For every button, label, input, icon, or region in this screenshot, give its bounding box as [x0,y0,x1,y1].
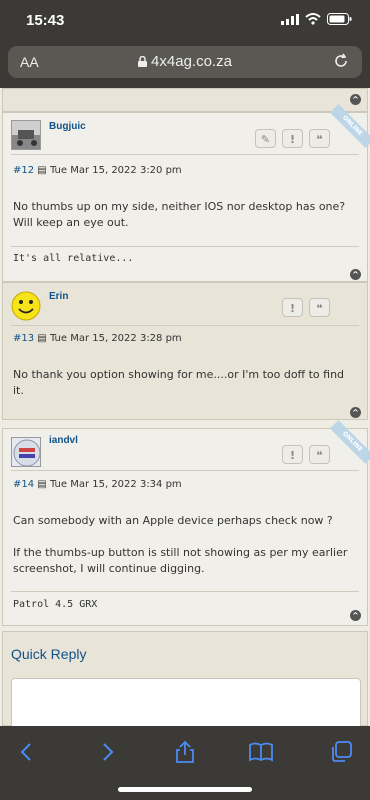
cellular-signal-icon [281,13,299,25]
post-body-line-1: Can somebody with an Apple device perhap… [13,514,333,527]
post-14: iandvl ONLINE ! ❝ #14 ▤ Tue Mar 15, 2022… [2,420,370,626]
avatar[interactable] [11,120,41,150]
post-signature: It's all relative... [13,253,134,264]
status-indicators [281,13,352,25]
post-body: No thank you option showing for me....or… [13,368,345,397]
previous-post-bottom: ^ [2,88,368,112]
back-to-top-icon[interactable]: ^ [350,94,361,105]
post-12: Bugjuic ONLINE ✎ ! ❝ #12 ▤ Tue Mar 15, 2… [2,104,370,282]
browser-toolbar [0,726,370,800]
post-signature: Patrol 4.5 GRX [13,599,98,610]
post-number-link[interactable]: #14 [13,479,34,490]
quote-button[interactable]: ❝ [309,445,330,464]
back-to-top-icon[interactable]: ^ [350,610,361,621]
back-to-top-icon[interactable]: ^ [350,269,361,280]
online-badge: ONLINE [330,420,370,464]
post-meta: #12 ▤ Tue Mar 15, 2022 3:20 pm [13,165,182,176]
post-author[interactable]: iandvl [49,435,78,446]
post-author[interactable]: Erin [49,291,68,302]
post-number-link[interactable]: #13 [13,333,34,344]
quick-reply-title: Quick Reply [11,646,87,662]
post-meta: #14 ▤ Tue Mar 15, 2022 3:34 pm [13,479,182,490]
reload-icon[interactable] [332,52,350,70]
post-date: Tue Mar 15, 2022 3:34 pm [49,479,182,490]
battery-icon [327,13,352,25]
post-icon: ▤ [37,479,47,490]
forum-page: ^ Bugjuic ONLINE ✎ ! ❝ #12 ▤ Tue Mar 15,… [0,88,370,726]
quick-reply-panel: Quick Reply [2,631,368,726]
share-icon[interactable] [172,740,198,764]
signature-divider [11,246,359,247]
status-bar: 15:43 [0,0,370,40]
forward-icon[interactable] [94,740,120,764]
wifi-icon [305,13,321,25]
tabs-icon[interactable] [328,740,354,764]
avatar[interactable] [11,291,41,321]
divider [11,470,359,471]
lock-icon [138,55,148,67]
address-bar[interactable]: AA 4x4ag.co.za [8,46,362,78]
quick-reply-textarea[interactable] [11,678,361,726]
post-number-link[interactable]: #12 [13,165,34,176]
post-icon: ▤ [37,333,47,344]
report-button[interactable]: ! [282,129,303,148]
post-13: Erin ! ❝ #13 ▤ Tue Mar 15, 2022 3:28 pm … [2,282,368,420]
post-meta: #13 ▤ Tue Mar 15, 2022 3:28 pm [13,333,182,344]
back-to-top-icon[interactable]: ^ [350,407,361,418]
post-icon: ▤ [37,165,47,176]
quote-button[interactable]: ❝ [309,129,330,148]
status-time: 15:43 [26,12,65,29]
post-body-line-2: If the thumbs-up button is still not sho… [13,546,348,575]
post-date: Tue Mar 15, 2022 3:28 pm [49,333,182,344]
divider [11,154,359,155]
quote-button[interactable]: ❝ [309,298,330,317]
home-indicator [118,787,252,792]
bookmarks-icon[interactable] [248,740,274,764]
signature-divider [11,591,359,592]
edit-button[interactable]: ✎ [255,129,276,148]
back-icon[interactable] [14,740,40,764]
url-host: 4x4ag.co.za [151,53,232,70]
report-button[interactable]: ! [282,445,303,464]
report-button[interactable]: ! [282,298,303,317]
post-body: No thumbs up on my side, neither IOS nor… [13,200,346,229]
post-author[interactable]: Bugjuic [49,121,86,132]
post-date: Tue Mar 15, 2022 3:20 pm [49,165,182,176]
divider [11,325,359,326]
avatar[interactable] [11,437,41,467]
